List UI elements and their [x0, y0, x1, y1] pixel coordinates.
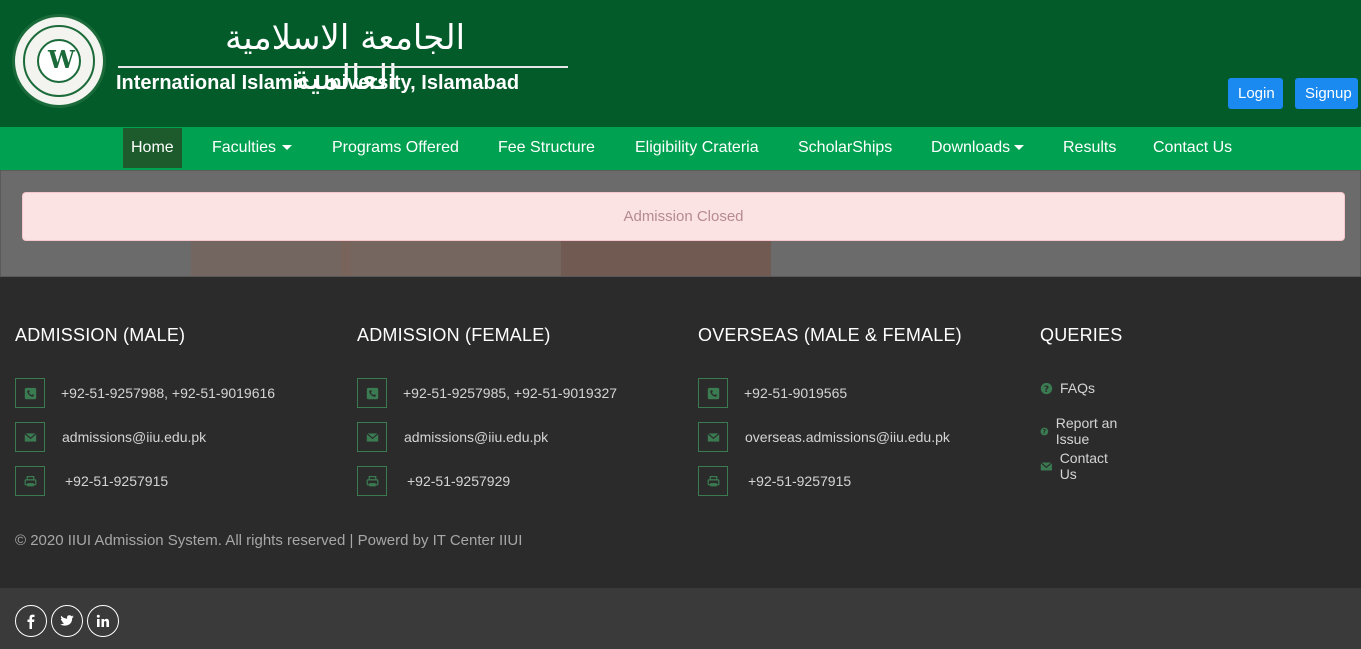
contact-row-fax: +92-51-9257929 [357, 466, 510, 496]
nav-item-faculties[interactable]: Faculties [212, 127, 293, 170]
contact-fax: +92-51-9257915 [65, 473, 169, 489]
twitter-icon[interactable] [51, 605, 83, 637]
column-title: ADMISSION (FEMALE) [357, 325, 551, 345]
envelope-icon [698, 422, 728, 452]
contact-row-fax: +92-51-9257915 [698, 466, 851, 496]
svg-text:?: ? [1044, 384, 1049, 394]
contact-row-email: overseas.admissions@iiu.edu.pk [698, 422, 950, 452]
footer-column-male: ADMISSION (MALE) +92-51-9257988, +92-51-… [15, 325, 275, 496]
phone-icon [357, 378, 387, 408]
chevron-down-icon [282, 145, 293, 151]
report-issue-link[interactable]: ? Report an Issue [1040, 415, 1122, 447]
contact-phone: +92-51-9257985, +92-51-9019327 [403, 385, 618, 401]
printer-icon [357, 466, 387, 496]
copyright-text: © 2020 IIUI Admission System. All rights… [15, 532, 523, 549]
chevron-down-icon [1014, 145, 1025, 151]
contact-row-phone: +92-51-9257985, +92-51-9019327 [357, 378, 617, 408]
main-navbar: Home Faculties Programs Offered Fee Stru… [0, 127, 1361, 170]
nav-item-scholarships[interactable]: ScholarShips [798, 127, 892, 170]
question-circle-icon: ? [1040, 382, 1053, 394]
login-button[interactable]: Login [1228, 78, 1283, 109]
contact-row-email: admissions@iiu.edu.pk [15, 422, 206, 452]
contact-fax: +92-51-9257929 [407, 473, 511, 489]
contact-row-phone: +92-51-9257988, +92-51-9019616 [15, 378, 275, 408]
envelope-icon [1040, 461, 1053, 470]
contact-email[interactable]: admissions@iiu.edu.pk [404, 429, 548, 445]
envelope-icon [15, 422, 45, 452]
printer-icon [698, 466, 728, 496]
nav-item-results[interactable]: Results [1063, 127, 1116, 170]
admission-status-alert: Admission Closed [22, 192, 1345, 241]
contact-phone: +92-51-9257988, +92-51-9019616 [61, 385, 276, 401]
seal-emblem-icon: W [48, 45, 75, 74]
printer-icon [15, 466, 45, 496]
column-title: ADMISSION (MALE) [15, 325, 186, 345]
column-title: OVERSEAS (MALE & FEMALE) [698, 325, 962, 345]
contact-us-link[interactable]: Contact Us [1040, 450, 1122, 482]
footer-column-queries: QUERIES ? FAQs ? Report an Issue Contact… [1040, 325, 1123, 482]
social-bar [0, 588, 1361, 649]
contact-email[interactable]: overseas.admissions@iiu.edu.pk [745, 429, 950, 445]
facebook-icon[interactable] [15, 605, 47, 637]
question-circle-icon: ? [1040, 427, 1049, 435]
footer-column-overseas: OVERSEAS (MALE & FEMALE) +92-51-9019565 … [698, 325, 962, 496]
contact-email[interactable]: admissions@iiu.edu.pk [62, 429, 206, 445]
footer-column-female: ADMISSION (FEMALE) +92-51-9257985, +92-5… [357, 325, 617, 496]
site-footer: ADMISSION (MALE) +92-51-9257988, +92-51-… [0, 277, 1361, 588]
contact-phone: +92-51-9019565 [744, 385, 848, 401]
envelope-icon [357, 422, 387, 452]
nav-item-home[interactable]: Home [123, 128, 182, 168]
nav-item-fee-structure[interactable]: Fee Structure [498, 127, 595, 170]
title-divider [118, 66, 568, 68]
phone-icon [698, 378, 728, 408]
column-title: QUERIES [1040, 325, 1123, 345]
contact-row-email: admissions@iiu.edu.pk [357, 422, 548, 452]
nav-item-contact-us[interactable]: Contact Us [1153, 127, 1232, 170]
nav-item-programs-offered[interactable]: Programs Offered [332, 127, 459, 170]
contact-fax: +92-51-9257915 [748, 473, 852, 489]
contact-row-fax: +92-51-9257915 [15, 466, 168, 496]
university-title: International Islamic University, Islama… [116, 72, 520, 94]
nav-item-downloads[interactable]: Downloads [931, 127, 1025, 170]
hero-banner: Admission Closed [0, 170, 1361, 277]
nav-item-eligibility-criteria[interactable]: Eligibility Crateria [635, 127, 759, 170]
svg-text:?: ? [1043, 428, 1047, 435]
phone-icon [15, 378, 45, 408]
contact-row-phone: +92-51-9019565 [698, 378, 847, 408]
university-seal-logo[interactable]: W [12, 14, 106, 108]
site-header: W الجامعة الاسلامية العالمية Internation… [0, 0, 1361, 127]
faqs-link[interactable]: ? FAQs [1040, 380, 1095, 396]
linkedin-icon[interactable] [87, 605, 119, 637]
signup-button[interactable]: Signup [1295, 78, 1358, 109]
